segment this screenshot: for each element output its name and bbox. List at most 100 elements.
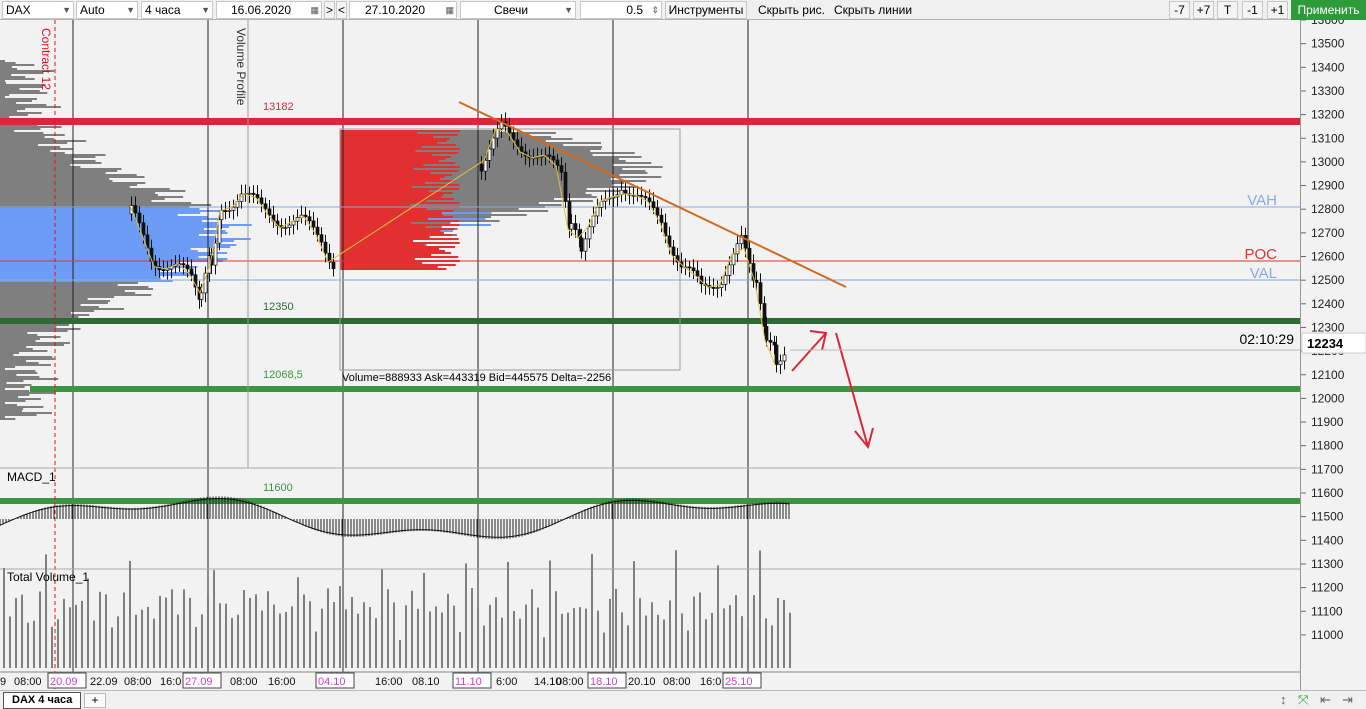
price-axis[interactable]: 13600 13500 13400 13300 13200 13100 13000 12900… (1300, 13, 1366, 690)
profile-bar (0, 348, 33, 350)
profile-bar (0, 198, 165, 200)
hide-drawings-button[interactable]: Скрыть рис. (758, 1, 825, 19)
chart-tab-dax-4h[interactable]: DAX 4 часа (3, 692, 82, 709)
date-to-field[interactable]: 27.10.2020 ▦ (349, 1, 457, 19)
profile-bar-delta (340, 194, 444, 196)
profile-bar (0, 216, 209, 218)
profile-bar (0, 258, 228, 260)
profile-bar (0, 418, 16, 420)
candle-body (782, 354, 787, 362)
volume-bar (213, 570, 215, 668)
profile-bar (0, 212, 201, 214)
profile-bar (0, 68, 18, 70)
profile-bar (0, 178, 110, 180)
candle-body (563, 171, 568, 202)
candle-body (551, 155, 556, 161)
zoom-minus7-button[interactable]: -7 (1169, 1, 1190, 19)
profile-bar-delta (340, 218, 429, 220)
volume-bar (567, 612, 569, 668)
profile-bar (0, 106, 61, 108)
profile-bar-delta (340, 198, 454, 200)
volume-bar (177, 614, 179, 668)
nav-left-button[interactable]: < (336, 1, 347, 19)
profile-bar (0, 364, 51, 366)
apply-button[interactable]: Применить (1291, 0, 1366, 20)
candle-body (231, 206, 236, 211)
calendar-icon[interactable]: ▦ (310, 2, 319, 18)
profile-bar (0, 294, 152, 296)
price-tick-label: 11900 (1311, 415, 1344, 429)
scroll-right-icon[interactable]: ⇥ (1342, 692, 1353, 708)
profile-bar-delta (340, 166, 460, 168)
arrow-up-line (791, 332, 827, 372)
profile-bar-delta (340, 264, 456, 266)
profile-bar (0, 236, 216, 238)
hide-lines-button[interactable]: Скрыть линии (834, 1, 912, 19)
profile-bar (0, 132, 44, 134)
time-label: 27.09 (185, 676, 213, 688)
scale-select[interactable]: Auto ▼ (76, 1, 138, 19)
volume-bar (459, 631, 461, 668)
symbol-select[interactable]: DAX ▼ (2, 1, 74, 19)
calendar-icon[interactable]: ▦ (445, 2, 454, 18)
fit-icon[interactable]: ⤧ (1298, 692, 1308, 708)
profile-bar-delta (340, 152, 459, 154)
spinner-icon[interactable]: ⇕ (651, 2, 659, 18)
volume-bar (531, 589, 533, 668)
volume-bar (9, 616, 11, 668)
volume-bar (579, 607, 581, 668)
level-12350-label: 12350 (263, 301, 294, 313)
price-tick-label: 13600 (1311, 20, 1345, 27)
volume-bar (627, 625, 629, 668)
profile-bar (0, 268, 173, 270)
nav-right-button[interactable]: > (324, 1, 335, 19)
level-13182-line[interactable] (0, 118, 1300, 125)
profile-bar (0, 282, 139, 284)
plus1-button[interactable]: +1 (1267, 1, 1288, 19)
minus1-button[interactable]: -1 (1242, 1, 1263, 19)
zoom-plus7-button[interactable]: +7 (1193, 1, 1214, 19)
chart-canvas[interactable]: 13182 12350 12068,5 11600 VAH POC VAL 02… (0, 20, 1300, 690)
level-12350-line[interactable] (0, 318, 1300, 324)
candle-body (569, 223, 574, 230)
chart-type-select[interactable]: Свечи ▼ (460, 1, 576, 19)
time-label: 08.10 (412, 676, 440, 688)
t-button[interactable]: T (1217, 1, 1238, 19)
volume-bar (39, 591, 41, 668)
volume-bar (303, 594, 305, 668)
resize-vertical-icon[interactable]: ↕ (1280, 692, 1287, 707)
profile-bar (0, 366, 16, 368)
profile-bar (0, 352, 20, 354)
profile-bar-delta (340, 172, 431, 174)
profile-bar (0, 240, 234, 242)
profile-bar (0, 156, 96, 158)
candle-body (223, 210, 228, 212)
chart-area[interactable]: 13182 12350 12068,5 11600 VAH POC VAL 02… (0, 20, 1300, 690)
profile-bar-delta (340, 186, 412, 188)
profile-bar (0, 414, 37, 416)
candle-body (319, 234, 324, 243)
step-field[interactable]: 0.5 ⇕ (580, 1, 662, 19)
candle-body (519, 146, 524, 153)
profile-bar-delta (340, 222, 412, 224)
price-axis-canvas[interactable]: 13600 13500 13400 13300 13200 13100 13000 12900… (1301, 13, 1366, 690)
time-label: 08:00 (663, 676, 691, 688)
date-from-field[interactable]: 16.06.2020 ▦ (216, 1, 322, 19)
profile-bar (0, 224, 252, 226)
volume-bar (81, 600, 83, 668)
timeframe-select[interactable]: 4 часа ▼ (141, 1, 213, 19)
level-12068-line[interactable] (30, 386, 1300, 392)
time-label: 08:00 (14, 676, 42, 688)
profile-bar (0, 328, 81, 330)
add-tab-button[interactable]: + (84, 693, 106, 708)
candle-body (263, 203, 268, 210)
val-label: VAL (1250, 265, 1277, 282)
profile-bar (0, 74, 12, 76)
scroll-left-icon[interactable]: ⇤ (1320, 692, 1331, 708)
volume-bar (597, 610, 599, 668)
volume-bar (699, 592, 701, 668)
volume-bar (117, 616, 119, 668)
level-12068-label: 12068,5 (263, 369, 303, 381)
instruments-button[interactable]: Инструменты (665, 1, 747, 19)
profile-bar-delta (340, 238, 459, 240)
